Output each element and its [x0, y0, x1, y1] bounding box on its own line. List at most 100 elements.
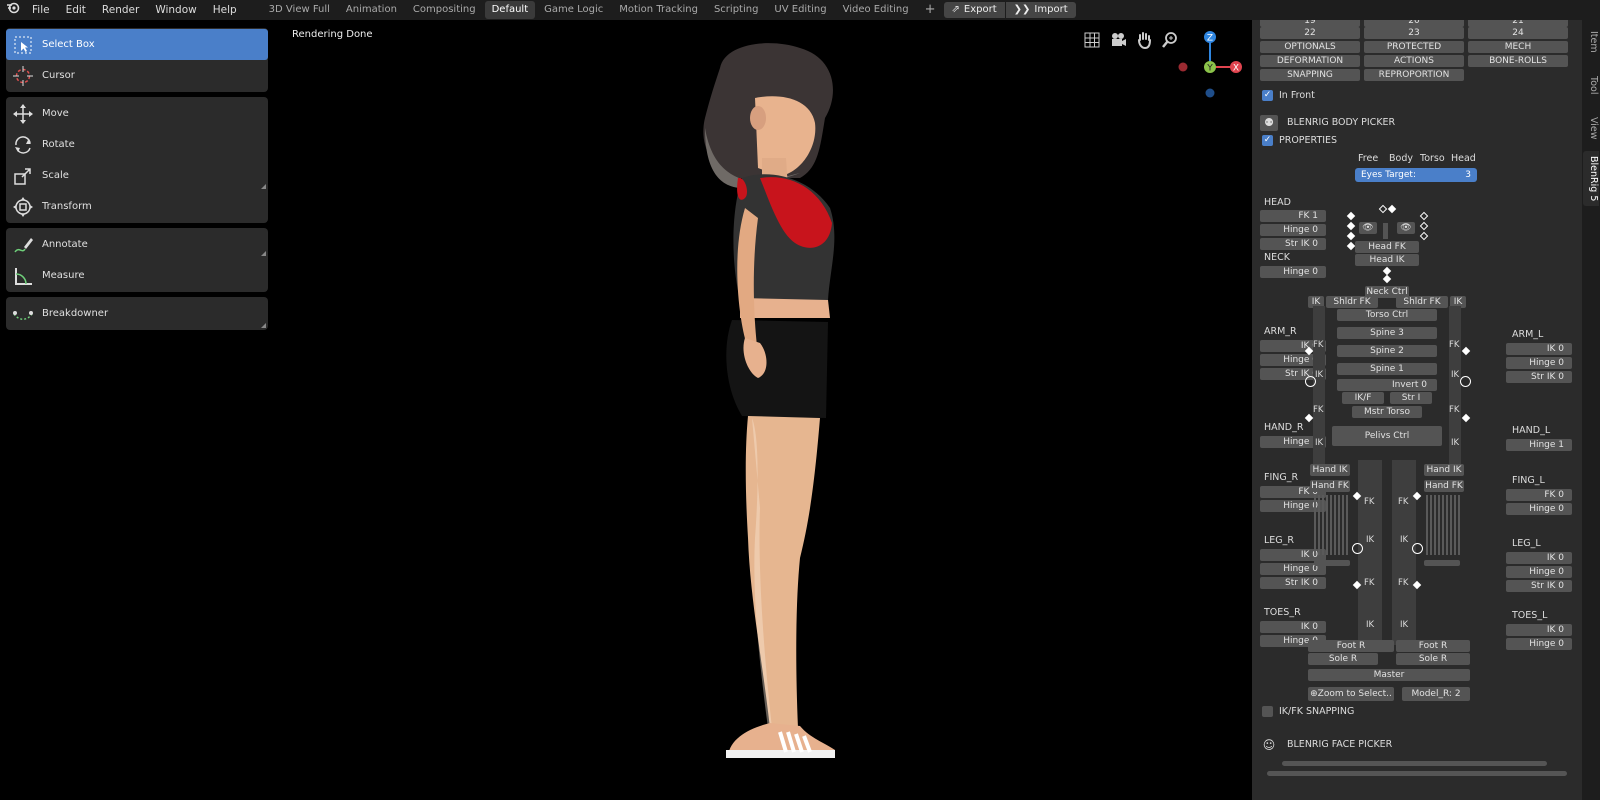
- model-r-field[interactable]: Model_R: 2: [1402, 687, 1470, 701]
- shoulder-l-fk-bone[interactable]: Shldr FK: [1396, 296, 1448, 308]
- shoulder-r-fk-bone[interactable]: Shldr FK: [1326, 296, 1378, 308]
- tool-group-expand-icon[interactable]: [261, 251, 266, 256]
- arm-l-hinge-field[interactable]: Hinge 0: [1506, 357, 1572, 369]
- tab-item[interactable]: Item: [1583, 22, 1599, 62]
- tool-select-box[interactable]: Select Box: [6, 29, 268, 60]
- arm-l-ik-field[interactable]: IK 0: [1506, 343, 1572, 355]
- menu-render[interactable]: Render: [94, 0, 147, 20]
- spine-2-bone[interactable]: Spine 2: [1337, 345, 1437, 357]
- import-button[interactable]: ❯❯ Import: [1005, 2, 1076, 18]
- spine-3-bone[interactable]: Spine 3: [1337, 327, 1437, 339]
- tab-blenrig-5[interactable]: BlenRig 5: [1583, 151, 1599, 206]
- elbow-l-pole-icon[interactable]: [1460, 376, 1471, 387]
- toes-r-ik-field[interactable]: IK 0: [1260, 621, 1326, 633]
- arm-l-chain[interactable]: [1449, 306, 1461, 476]
- layer-button-24[interactable]: 24: [1468, 27, 1568, 39]
- layer-button-23[interactable]: 23: [1364, 27, 1464, 39]
- master-bone[interactable]: Master: [1308, 669, 1470, 681]
- tool-transform[interactable]: Transform: [6, 191, 268, 222]
- tool-scale[interactable]: Scale: [6, 160, 268, 191]
- deformation-button[interactable]: DEFORMATION: [1260, 55, 1360, 67]
- layer-button-20[interactable]: 20: [1364, 20, 1464, 27]
- arm-l-diamond[interactable]: [1461, 413, 1471, 423]
- hand-l-hinge-field[interactable]: Hinge 1: [1506, 439, 1572, 451]
- sole-l-bone[interactable]: Sole R: [1396, 653, 1470, 665]
- leg-l-str-ik-field[interactable]: Str IK 0: [1506, 580, 1572, 592]
- picker-tab-head[interactable]: Head: [1451, 153, 1476, 164]
- elbow-r-pole-icon[interactable]: [1305, 376, 1316, 387]
- knee-l-slider[interactable]: [1424, 560, 1460, 566]
- tool-cursor[interactable]: Cursor: [6, 60, 268, 91]
- layer-button-21[interactable]: 21: [1468, 20, 1568, 27]
- grid-view-icon[interactable]: [1083, 31, 1101, 49]
- workspace-tab-default[interactable]: Default: [484, 1, 536, 19]
- neck-diamond[interactable]: [1382, 274, 1392, 284]
- picker-tab-free[interactable]: Free: [1358, 153, 1378, 164]
- invert-field[interactable]: Invert 0: [1337, 379, 1437, 391]
- camera-view-icon[interactable]: [1109, 31, 1127, 49]
- spine-1-bone[interactable]: Spine 1: [1337, 363, 1437, 375]
- arm-l-str-ik-field[interactable]: Str IK 0: [1506, 371, 1572, 383]
- pelvis-ctrl-bone[interactable]: Pelivs Ctrl: [1332, 426, 1442, 446]
- workspace-tab-compositing[interactable]: Compositing: [406, 1, 483, 19]
- workspace-tab-3d-view-full[interactable]: 3D View Full: [262, 1, 337, 19]
- head-fk-bone[interactable]: Head FK: [1355, 241, 1419, 253]
- navigation-gizmo[interactable]: Z X Y: [1150, 26, 1250, 106]
- head-hinge-field[interactable]: Hinge 0: [1260, 224, 1326, 236]
- blender-logo-icon[interactable]: [0, 0, 24, 20]
- fing-l-hinge-field[interactable]: Hinge 0: [1506, 503, 1572, 515]
- master-torso-bone[interactable]: Mstr Torso: [1352, 406, 1422, 418]
- mech-button[interactable]: MECH: [1468, 41, 1568, 53]
- knee-l-pole-icon[interactable]: [1412, 543, 1423, 554]
- sidebar-panel-blenrig[interactable]: 19 20 21 22 23 24 OPTIONALS PROTECTED ME…: [1252, 20, 1582, 800]
- face-diamond[interactable]: [1346, 211, 1356, 221]
- snapping-button[interactable]: SNAPPING: [1260, 69, 1360, 81]
- toes-l-ik-field[interactable]: IK 0: [1506, 624, 1572, 636]
- workspace-tab-video-editing[interactable]: Video Editing: [836, 1, 916, 19]
- arm-l-diamond[interactable]: [1461, 346, 1471, 356]
- tool-annotate[interactable]: Annotate: [6, 229, 268, 260]
- ik-fk-toggle[interactable]: IK/F: [1342, 392, 1384, 404]
- knee-r-pole-icon[interactable]: [1352, 543, 1363, 554]
- nose-bone[interactable]: [1383, 223, 1388, 239]
- face-diamond[interactable]: [1346, 241, 1356, 251]
- tool-move[interactable]: Move: [6, 98, 268, 129]
- fing-l-fk-field[interactable]: FK 0: [1506, 489, 1572, 501]
- gizmo-neg-x-axis[interactable]: [1178, 62, 1188, 72]
- head-target-diamond[interactable]: [1387, 204, 1397, 214]
- workspace-tab-motion-tracking[interactable]: Motion Tracking: [612, 1, 705, 19]
- toes-l-hinge-field[interactable]: Hinge 0: [1506, 638, 1572, 650]
- workspace-tab-uv-editing[interactable]: UV Editing: [767, 1, 833, 19]
- layer-button-22[interactable]: 22: [1260, 27, 1360, 39]
- tool-rotate[interactable]: Rotate: [6, 129, 268, 160]
- tab-tool[interactable]: Tool: [1583, 65, 1599, 105]
- foot-r-bone[interactable]: Foot R: [1308, 640, 1394, 652]
- neck-hinge-field[interactable]: Hinge 0: [1260, 266, 1326, 278]
- knee-r-slider[interactable]: [1314, 560, 1350, 566]
- horizontal-scrollbar[interactable]: [1267, 771, 1567, 776]
- actions-button[interactable]: ACTIONS: [1364, 55, 1464, 67]
- hand-l-ik-bone[interactable]: Hand IK: [1424, 464, 1464, 476]
- tool-group-expand-icon[interactable]: [261, 184, 266, 189]
- tab-view[interactable]: View: [1583, 108, 1599, 148]
- layer-button-19[interactable]: 19: [1260, 20, 1360, 27]
- leg-l-ik-field[interactable]: IK 0: [1506, 552, 1572, 564]
- sole-r-bone[interactable]: Sole R: [1308, 653, 1378, 665]
- fingers-r[interactable]: [1314, 495, 1348, 555]
- face-diamond[interactable]: [1419, 231, 1429, 241]
- tool-group-expand-icon[interactable]: [261, 323, 266, 328]
- add-workspace-button[interactable]: +: [918, 1, 943, 19]
- hand-r-fk-bone[interactable]: Hand FK: [1310, 480, 1350, 492]
- head-ik-bone[interactable]: Head IK: [1355, 254, 1419, 266]
- bone-rolls-button[interactable]: BONE-ROLLS: [1468, 55, 1568, 67]
- workspace-tab-game-logic[interactable]: Game Logic: [537, 1, 610, 19]
- leg-l-hinge-field[interactable]: Hinge 0: [1506, 566, 1572, 578]
- fingers-l[interactable]: [1426, 495, 1460, 555]
- head-fk-field[interactable]: FK 1: [1260, 210, 1326, 222]
- face-diamond[interactable]: [1346, 231, 1356, 241]
- export-button[interactable]: ⇗ Export: [943, 2, 1005, 18]
- workspace-tab-scripting[interactable]: Scripting: [707, 1, 765, 19]
- properties-checkbox[interactable]: ✓: [1262, 135, 1273, 146]
- picker-tab-torso[interactable]: Torso: [1420, 153, 1445, 164]
- str-ik-toggle[interactable]: Str I: [1390, 392, 1432, 404]
